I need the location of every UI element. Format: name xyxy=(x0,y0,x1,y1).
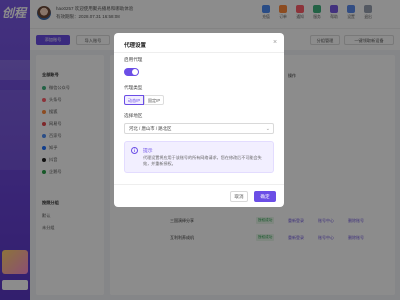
proxy-toggle[interactable] xyxy=(124,68,139,76)
divider xyxy=(114,184,284,185)
region-value: 河北 / 唐山市 / 路北区 xyxy=(129,126,172,131)
chevron-down-icon: ⌄ xyxy=(265,126,270,132)
divider xyxy=(114,52,284,53)
region-label: 选择地区 xyxy=(124,113,143,118)
tip-text: 代理设置将应用于该账号的所有网络请求，您在修改后不可能会失效，并重新授权。 xyxy=(143,155,262,166)
proxy-settings-dialog: 代理设置 × 启用代理 代理类型 动态IP 固定IP 选择地区 河北 / 唐山市… xyxy=(114,33,284,207)
tip-box: i 提示 代理设置将应用于该账号的所有网络请求，您在修改后不可能会失效，并重新授… xyxy=(124,141,274,173)
info-icon: i xyxy=(131,147,138,154)
confirm-button[interactable]: 确定 xyxy=(254,191,276,202)
dialog-title: 代理设置 xyxy=(124,43,147,49)
close-icon[interactable]: × xyxy=(271,39,279,47)
tip-title: 提示 xyxy=(143,149,153,154)
proxy-type-dynamic[interactable]: 动态IP xyxy=(124,95,144,105)
cancel-button[interactable]: 取消 xyxy=(230,191,248,202)
proxy-enable-label: 启用代理 xyxy=(124,57,143,62)
proxy-type-label: 代理类型 xyxy=(124,85,143,90)
toggle-knob xyxy=(132,69,138,75)
region-select[interactable]: 河北 / 唐山市 / 路北区 ⌄ xyxy=(124,123,274,134)
proxy-type-static[interactable]: 固定IP xyxy=(144,95,164,105)
